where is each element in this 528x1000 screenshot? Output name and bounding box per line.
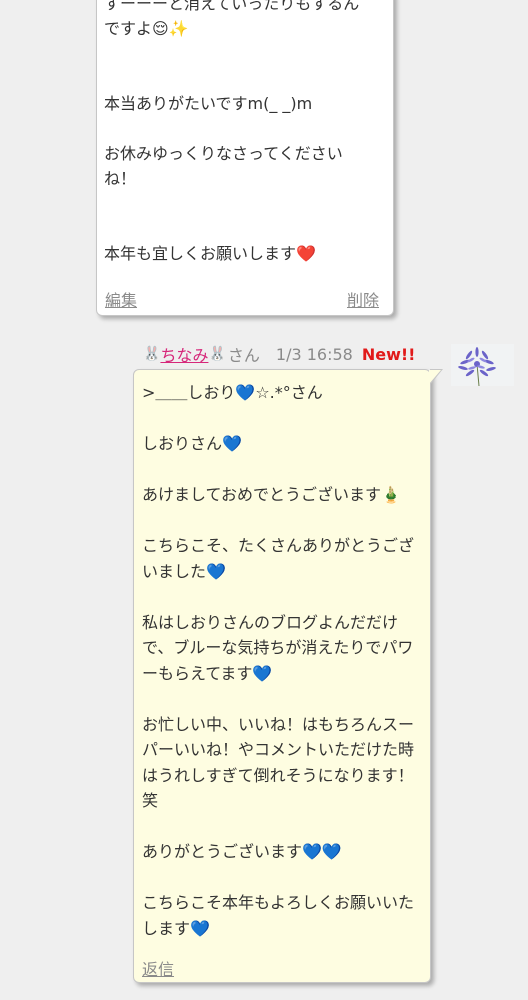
commenter-name-link[interactable]: ちなみ xyxy=(160,342,208,366)
previous-comment-bubble: すーーーと消えていったりもするんですよ😌✨ 本当ありがたいですm(_ _)m お… xyxy=(96,0,394,316)
agapanthus-flower-icon[interactable] xyxy=(451,344,514,386)
comment-body: >＿＿しおり💙☆.*°さん しおりさん💙 あけましておめでとうございます🎍 こち… xyxy=(142,383,415,938)
edit-link[interactable]: 編集 xyxy=(105,287,137,311)
comment-timestamp: 1/3 16:58 xyxy=(275,344,353,364)
comment-meta: 🐰 ちなみ 🐰 さん 1/3 16:58 New!! xyxy=(143,341,415,367)
honorific: さん xyxy=(227,346,260,365)
delete-link[interactable]: 削除 xyxy=(347,287,379,311)
reply-link[interactable]: 返信 xyxy=(142,956,174,980)
rabbit-icon: 🐰 xyxy=(143,346,161,362)
rabbit-icon-2: 🐰 xyxy=(208,346,226,362)
comment-bubble: >＿＿しおり💙☆.*°さん しおりさん💙 あけましておめでとうございます🎍 こち… xyxy=(133,369,443,983)
previous-comment-body: すーーーと消えていったりもするんですよ😌✨ 本当ありがたいですm(_ _)m お… xyxy=(104,0,360,263)
new-badge: New!! xyxy=(361,344,416,364)
bubble-tail xyxy=(429,370,441,384)
